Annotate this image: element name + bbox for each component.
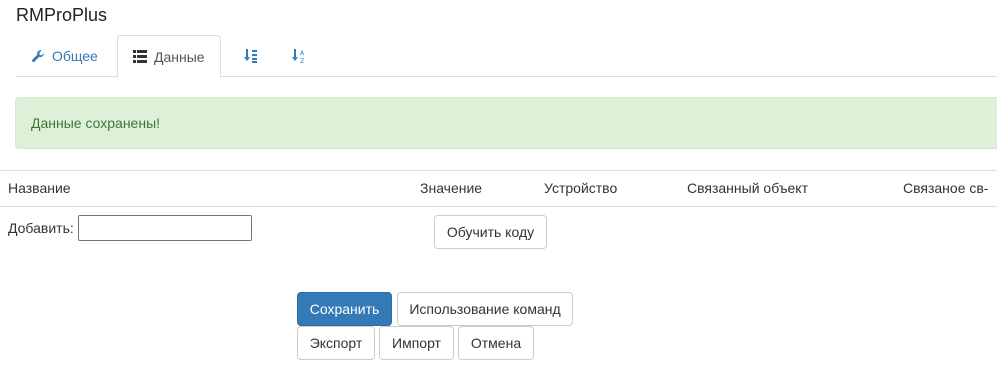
add-label: Добавить: xyxy=(8,220,74,236)
tab-general-label: Общее xyxy=(52,48,98,64)
sort-numeric-asc-icon xyxy=(243,48,259,64)
column-header-value[interactable]: Значение xyxy=(420,180,482,196)
table-top-divider xyxy=(0,170,997,171)
svg-text:Z: Z xyxy=(300,58,304,64)
app-title: RMProPlus xyxy=(16,5,108,25)
tab-data[interactable]: Данные xyxy=(117,35,221,78)
learn-code-button[interactable]: Обучить коду xyxy=(434,215,547,249)
command-usage-button[interactable]: Использование команд xyxy=(397,292,573,326)
save-button[interactable]: Сохранить xyxy=(297,292,392,326)
success-alert: Данные сохранены! xyxy=(15,97,997,149)
tab-sort-descending[interactable]: AZ xyxy=(284,35,314,77)
import-button[interactable]: Импорт xyxy=(379,326,454,360)
column-header-linked-property[interactable]: Связаное св- xyxy=(903,180,988,196)
add-input[interactable] xyxy=(78,215,252,241)
tab-bar: Общее Данные AZ xyxy=(16,35,997,78)
wrench-icon xyxy=(30,48,46,64)
tab-sort-ascending[interactable] xyxy=(236,35,266,77)
sort-alpha-desc-icon: AZ xyxy=(291,48,307,64)
column-header-device[interactable]: Устройство xyxy=(544,180,617,196)
svg-text:A: A xyxy=(300,50,305,57)
export-button[interactable]: Экспорт xyxy=(297,326,375,360)
alert-message: Данные сохранены! xyxy=(31,115,161,131)
column-header-linked-object[interactable]: Связанный объект xyxy=(687,180,808,196)
list-icon xyxy=(132,49,148,65)
cancel-button[interactable]: Отмена xyxy=(458,326,534,360)
column-header-name[interactable]: Название xyxy=(8,180,71,196)
tab-data-label: Данные xyxy=(154,48,205,65)
tab-general[interactable]: Общее xyxy=(16,35,112,77)
table-header-divider xyxy=(0,206,997,207)
